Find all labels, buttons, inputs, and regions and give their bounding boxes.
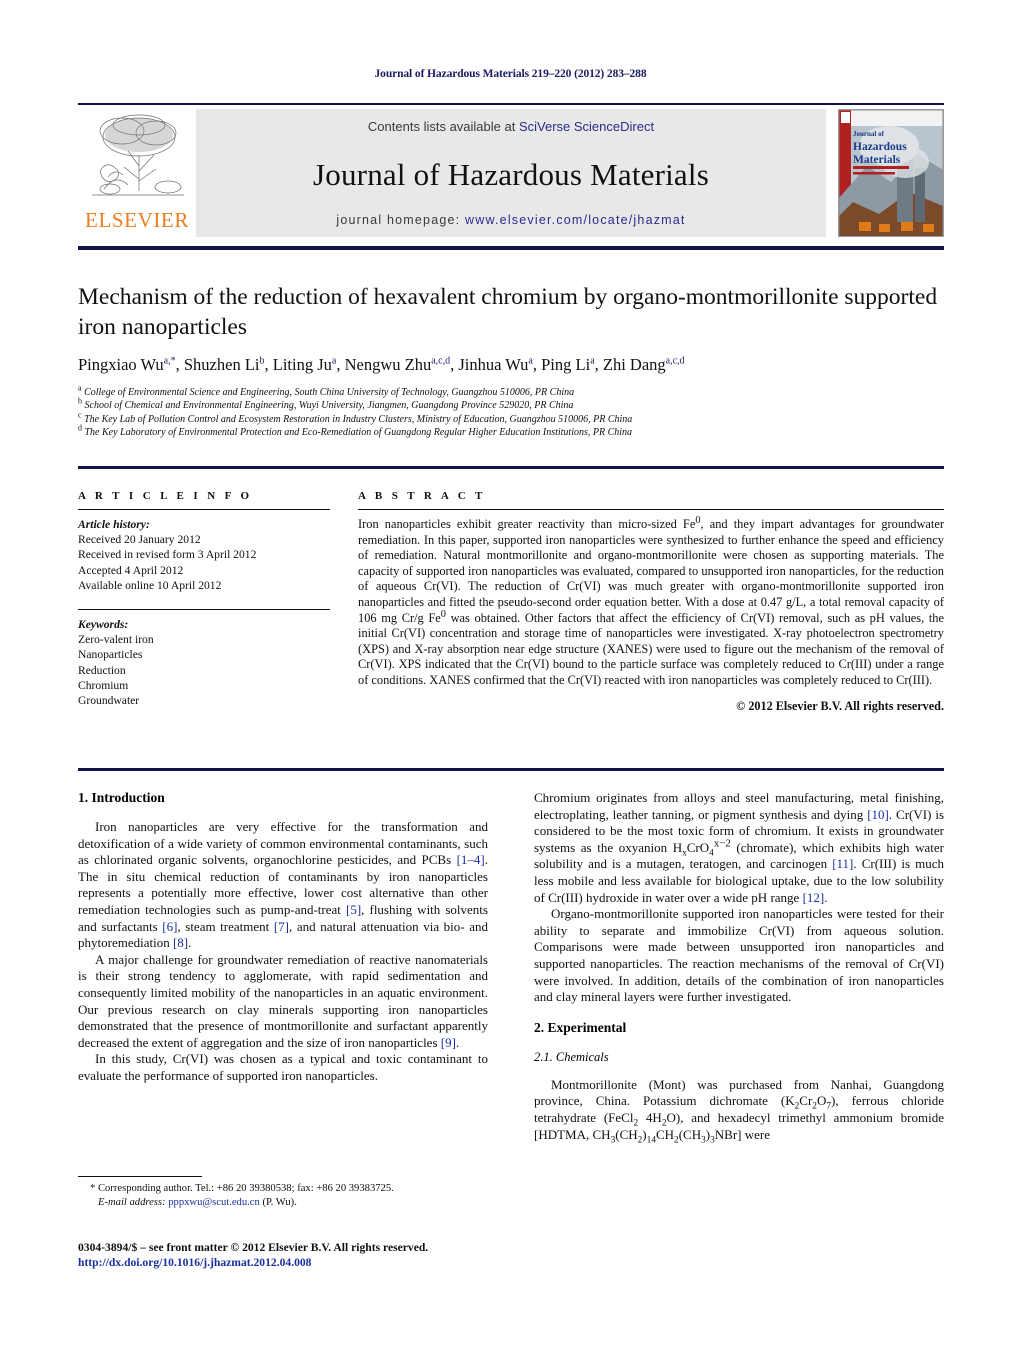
- keyword-item: Reduction: [78, 663, 126, 677]
- keywords-label: Keywords:: [78, 618, 129, 632]
- article-history-block: Article history: Received 20 January 201…: [78, 517, 330, 593]
- affiliation-text: The Key Lab of Pollution Control and Eco…: [84, 413, 633, 425]
- homepage-prefix: journal homepage:: [336, 213, 465, 227]
- cover-line-1: Journal of: [853, 130, 885, 138]
- keyword-item: Groundwater: [78, 694, 140, 708]
- keyword-item: Zero-valent iron: [78, 633, 154, 647]
- journal-homepage-line: journal homepage: www.elsevier.com/locat…: [196, 213, 826, 227]
- article-info-column: A R T I C L E I N F O Article history: R…: [78, 490, 330, 708]
- paragraph: Chromium originates from alloys and stee…: [534, 790, 945, 905]
- paragraph: In this study, Cr(VI) was chosen as a ty…: [78, 1051, 488, 1083]
- body-column-right: Chromium originates from alloys and stee…: [534, 790, 945, 1146]
- elsevier-wordmark: ELSEVIER: [85, 208, 189, 232]
- abstract-copyright: © 2012 Elsevier B.V. All rights reserved…: [736, 698, 944, 713]
- affiliation-marker: b: [78, 397, 82, 407]
- affiliation-list: a College of Environmental Science and E…: [78, 383, 944, 440]
- abstract-text: Iron nanoparticles exhibit greater react…: [358, 514, 944, 687]
- journal-title: Journal of Hazardous Materials: [313, 156, 709, 192]
- footnote-rule: [78, 1176, 202, 1177]
- history-item: Received 20 January 2012: [78, 533, 201, 547]
- affiliation-text: The Key Laboratory of Environmental Prot…: [84, 427, 633, 439]
- elsevier-logo: ELSEVIER: [78, 109, 196, 237]
- affiliation-marker: c: [78, 410, 82, 420]
- paragraph: Organo-montmorillonite supported iron na…: [534, 906, 944, 1005]
- journal-masthead: ELSEVIER Contents lists available at Sci…: [78, 103, 944, 239]
- body-top-rule: [78, 768, 944, 771]
- running-head: Journal of Hazardous Materials 219–220 (…: [374, 68, 647, 80]
- journal-cover-thumbnail: Journal of Hazardous Materials: [838, 109, 944, 237]
- article-history-label: Article history:: [78, 518, 150, 531]
- abstract-column: A B S T R A C T Iron nanoparticles exhib…: [358, 490, 944, 714]
- body-column-left: 1. Introduction Iron nanoparticles are v…: [78, 790, 488, 1085]
- keywords-block: Keywords: Zero-valent iron Nanoparticles…: [78, 617, 330, 708]
- affiliation-marker: a: [78, 383, 82, 393]
- paragraph: Iron nanoparticles are very effective fo…: [78, 819, 488, 951]
- elsevier-tree-icon: [92, 114, 184, 196]
- issn-copyright-area: 0304-3894/$ – see front matter © 2012 El…: [78, 1240, 548, 1270]
- affiliation-item: d The Key Laboratory of Environmental Pr…: [78, 423, 944, 439]
- section-heading-introduction: 1. Introduction: [78, 790, 165, 805]
- email-note: E-mail address: pppxwu@scut.edu.cn (P. W…: [98, 1196, 297, 1208]
- subsection-heading-chemicals: 2.1. Chemicals: [534, 1049, 609, 1064]
- affiliation-text: College of Environmental Science and Eng…: [84, 387, 575, 398]
- keyword-item: Chromium: [78, 678, 129, 692]
- article-page: Journal of Hazardous Materials 219–220 (…: [0, 0, 1021, 1351]
- doi-link[interactable]: http://dx.doi.org/10.1016/j.jhazmat.2012…: [78, 1255, 548, 1270]
- article-info-heading: A R T I C L E I N F O: [78, 490, 253, 502]
- affiliation-item: a College of Environmental Science and E…: [78, 383, 944, 399]
- homepage-url-link[interactable]: www.elsevier.com/locate/jhazmat: [465, 213, 686, 227]
- title-block: Mechanism of the reduction of hexavalent…: [78, 282, 944, 440]
- footnote-area: * Corresponding author. Tel.: +86 20 393…: [78, 1176, 488, 1209]
- section-heading-experimental: 2. Experimental: [534, 1019, 627, 1035]
- abstract-divider: [358, 509, 944, 510]
- affiliation-marker: d: [78, 423, 82, 433]
- affiliation-text: School of Chemical and Environmental Eng…: [84, 400, 574, 412]
- article-info-divider: [78, 509, 330, 510]
- cover-artwork: Journal of Hazardous Materials: [839, 110, 943, 236]
- contents-prefix: Contents lists available at: [367, 119, 519, 134]
- paragraph: Montmorillonite (Mont) was purchased fro…: [534, 1076, 944, 1146]
- cover-line-2: Hazardous: [853, 141, 907, 153]
- history-item: Received in revised form 3 April 2012: [78, 548, 257, 562]
- page-title: Mechanism of the reduction of hexavalent…: [78, 284, 938, 340]
- keywords-divider: [78, 609, 330, 611]
- sciencedirect-link[interactable]: SciVerse ScienceDirect: [519, 119, 654, 134]
- abstract-heading: A B S T R A C T: [358, 490, 486, 502]
- affiliation-item: b School of Chemical and Environmental E…: [78, 397, 944, 412]
- issn-line: 0304-3894/$ – see front matter © 2012 El…: [78, 1241, 429, 1254]
- masthead-bottom-rule: [78, 246, 944, 250]
- masthead-center: Contents lists available at SciVerse Sci…: [196, 109, 826, 237]
- keyword-item: Nanoparticles: [78, 648, 143, 662]
- paragraph: A major challenge for groundwater remedi…: [78, 951, 488, 1050]
- author-list: Pingxiao Wua,*, Shuzhen Lib, Liting Jua,…: [78, 355, 685, 374]
- corresponding-author-note: * Corresponding author. Tel.: +86 20 393…: [90, 1183, 394, 1194]
- affiliation-item: c The Key Lab of Pollution Control and E…: [78, 410, 944, 426]
- history-item: Available online 10 April 2012: [78, 578, 222, 592]
- abstract-top-rule: [78, 466, 944, 469]
- history-item: Accepted 4 April 2012: [78, 563, 184, 577]
- contents-available-line: Contents lists available at SciVerse Sci…: [196, 119, 826, 134]
- cover-line-3: Materials: [853, 154, 901, 166]
